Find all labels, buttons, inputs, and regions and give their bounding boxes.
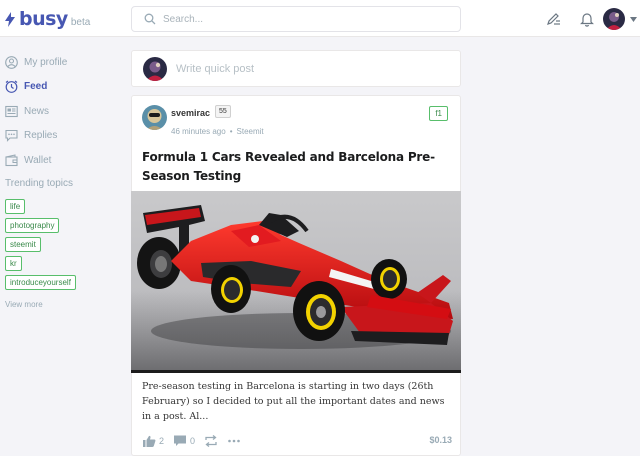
sidebar-item-label: My profile bbox=[24, 56, 68, 68]
wallet-icon bbox=[5, 153, 18, 166]
logo[interactable]: busy beta bbox=[5, 7, 90, 31]
avatar-image bbox=[603, 8, 625, 30]
user-avatar[interactable] bbox=[603, 8, 625, 30]
beta-badge: beta bbox=[70, 17, 91, 28]
like-count[interactable]: 2 bbox=[159, 436, 164, 446]
sidebar-item-label: Wallet bbox=[24, 154, 52, 166]
trending-topics-heading: Trending topics bbox=[5, 178, 73, 189]
story-image[interactable] bbox=[131, 191, 461, 373]
bolt-icon bbox=[5, 11, 15, 27]
reblog-icon[interactable] bbox=[204, 435, 218, 447]
left-sidebar: My profile Feed News Replies Wallet Tren… bbox=[5, 54, 120, 309]
clock-icon bbox=[5, 80, 18, 93]
sidebar-item-label: Feed bbox=[24, 81, 48, 92]
story-meta: 46 minutes ago • Steemit bbox=[171, 127, 264, 136]
story-footer: 2 0 $0.13 bbox=[142, 434, 452, 448]
sidebar-item-wallet[interactable]: Wallet bbox=[5, 152, 120, 168]
sidebar-item-news[interactable]: News bbox=[5, 103, 120, 119]
post-app: Steemit bbox=[236, 127, 264, 136]
sidebar-item-my-profile[interactable]: My profile bbox=[5, 54, 120, 70]
search-icon bbox=[144, 13, 156, 25]
news-icon bbox=[5, 105, 18, 117]
quick-post-input[interactable] bbox=[176, 62, 446, 75]
story-card: svemirac 55 46 minutes ago • Steemit f1 Fo… bbox=[131, 95, 461, 456]
quick-post-box[interactable] bbox=[131, 50, 461, 87]
comment-icon[interactable] bbox=[173, 435, 187, 447]
tag-introduceyourself[interactable]: introduceyourself bbox=[5, 275, 76, 290]
like-icon[interactable] bbox=[142, 435, 156, 447]
sidebar-item-label: News bbox=[24, 105, 50, 117]
search-input[interactable] bbox=[163, 13, 443, 25]
comment-count[interactable]: 0 bbox=[190, 436, 195, 446]
more-icon[interactable] bbox=[227, 435, 241, 447]
avatar bbox=[143, 56, 167, 81]
author-name[interactable]: svemirac bbox=[171, 108, 210, 118]
search-box[interactable] bbox=[131, 6, 461, 32]
top-actions bbox=[545, 7, 637, 31]
avatar-image bbox=[143, 56, 167, 81]
sidebar-item-replies[interactable]: Replies bbox=[5, 128, 120, 144]
payout-value[interactable]: $0.13 bbox=[429, 435, 452, 445]
tag-kr[interactable]: kr bbox=[5, 256, 22, 271]
story-header: svemirac 55 46 minutes ago • Steemit f1 bbox=[142, 105, 452, 137]
write-icon[interactable] bbox=[545, 11, 561, 27]
topic-tag[interactable]: f1 bbox=[429, 106, 448, 121]
top-bar: busy beta bbox=[0, 0, 640, 37]
sidebar-item-feed[interactable]: Feed bbox=[5, 79, 120, 95]
author-avatar[interactable] bbox=[142, 105, 167, 130]
post-time[interactable]: 46 minutes ago bbox=[171, 127, 226, 136]
story-excerpt[interactable]: Pre-season testing in Barcelona is start… bbox=[142, 379, 452, 424]
separator-dot: • bbox=[229, 127, 233, 136]
view-more-link[interactable]: View more bbox=[5, 300, 120, 309]
avatar-image bbox=[142, 105, 167, 130]
reputation-badge: 55 bbox=[215, 105, 231, 118]
user-icon bbox=[5, 55, 18, 69]
trending-tags: life photography steemit kr introduceyou… bbox=[5, 199, 120, 294]
tag-life[interactable]: life bbox=[5, 199, 26, 214]
tag-photography[interactable]: photography bbox=[5, 218, 60, 233]
brand-name: busy bbox=[19, 8, 68, 30]
chevron-down-icon[interactable] bbox=[630, 16, 637, 22]
story-title[interactable]: Formula 1 Cars Revealed and Barcelona Pr… bbox=[142, 148, 447, 186]
sidebar-item-label: Replies bbox=[24, 130, 58, 141]
f1-car-image bbox=[131, 191, 461, 370]
bell-icon[interactable] bbox=[579, 11, 595, 27]
tag-steemit[interactable]: steemit bbox=[5, 237, 41, 252]
chat-icon bbox=[5, 129, 18, 142]
